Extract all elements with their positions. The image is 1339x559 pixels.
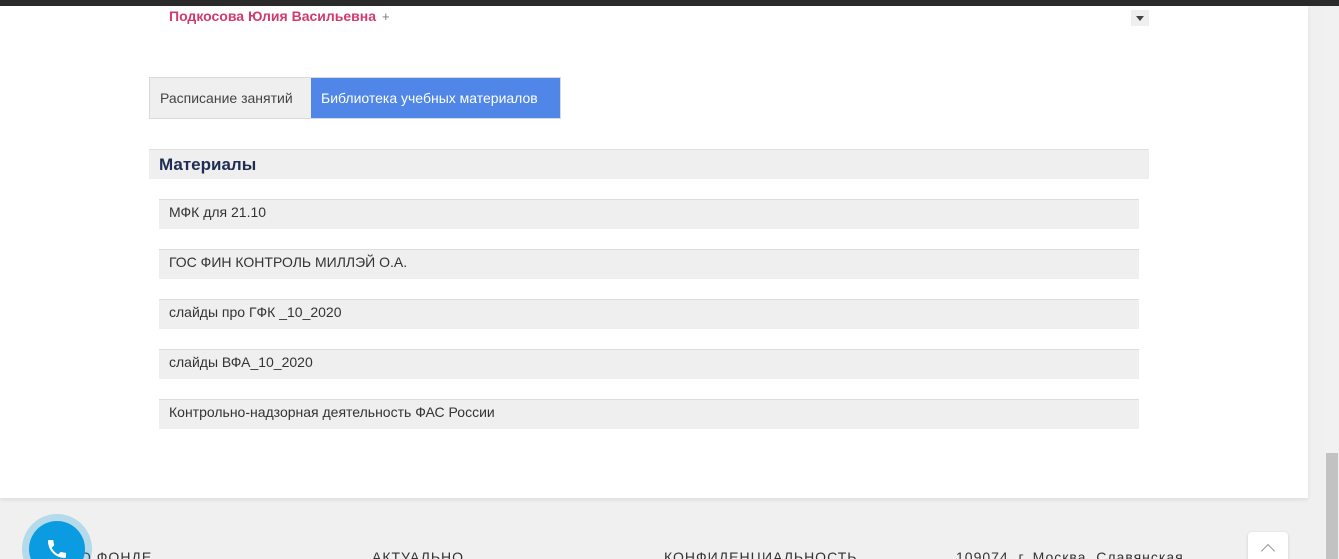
call-button[interactable] xyxy=(22,514,92,559)
content-card: Подкосова Юлия Васильевна + Расписание за… xyxy=(0,6,1308,498)
chevron-down-icon[interactable] xyxy=(1131,10,1149,26)
list-item[interactable]: слайды про ГФК _10_2020 xyxy=(159,299,1139,329)
expand-plus-icon[interactable]: + xyxy=(382,9,390,24)
tab-schedule[interactable]: Расписание занятий xyxy=(150,78,311,118)
footer-address: 109074, г. Москва, Славянская xyxy=(956,549,1184,559)
teacher-name[interactable]: Подкосова Юлия Васильевна + xyxy=(169,8,390,24)
scrollbar-thumb[interactable] xyxy=(1326,453,1338,559)
list-item[interactable]: слайды ВФА_10_2020 xyxy=(159,349,1139,379)
scroll-to-top-button[interactable] xyxy=(1248,532,1288,559)
materials-heading: Материалы xyxy=(149,149,1149,179)
teacher-name-text[interactable]: Подкосова Юлия Васильевна xyxy=(169,8,376,24)
tab-library[interactable]: Библиотека учебных материалов xyxy=(311,78,560,118)
materials-list: МФК для 21.10 ГОС ФИН КОНТРОЛЬ МИЛЛЭЙ О.… xyxy=(159,199,1139,449)
list-item[interactable]: ГОС ФИН КОНТРОЛЬ МИЛЛЭЙ О.А. xyxy=(159,249,1139,279)
chevron-up-icon xyxy=(1260,543,1276,559)
list-item[interactable]: Контрольно-надзорная деятельность ФАС Ро… xyxy=(159,399,1139,429)
phone-icon[interactable] xyxy=(29,521,85,559)
list-item[interactable]: МФК для 21.10 xyxy=(159,199,1139,229)
footer-link-privacy[interactable]: КОНФИДЕНЦИАЛЬНОСТЬ xyxy=(664,549,857,559)
footer-link-news[interactable]: АКТУАЛЬНО xyxy=(372,549,464,559)
tab-bar: Расписание занятий Библиотека учебных ма… xyxy=(149,77,561,119)
